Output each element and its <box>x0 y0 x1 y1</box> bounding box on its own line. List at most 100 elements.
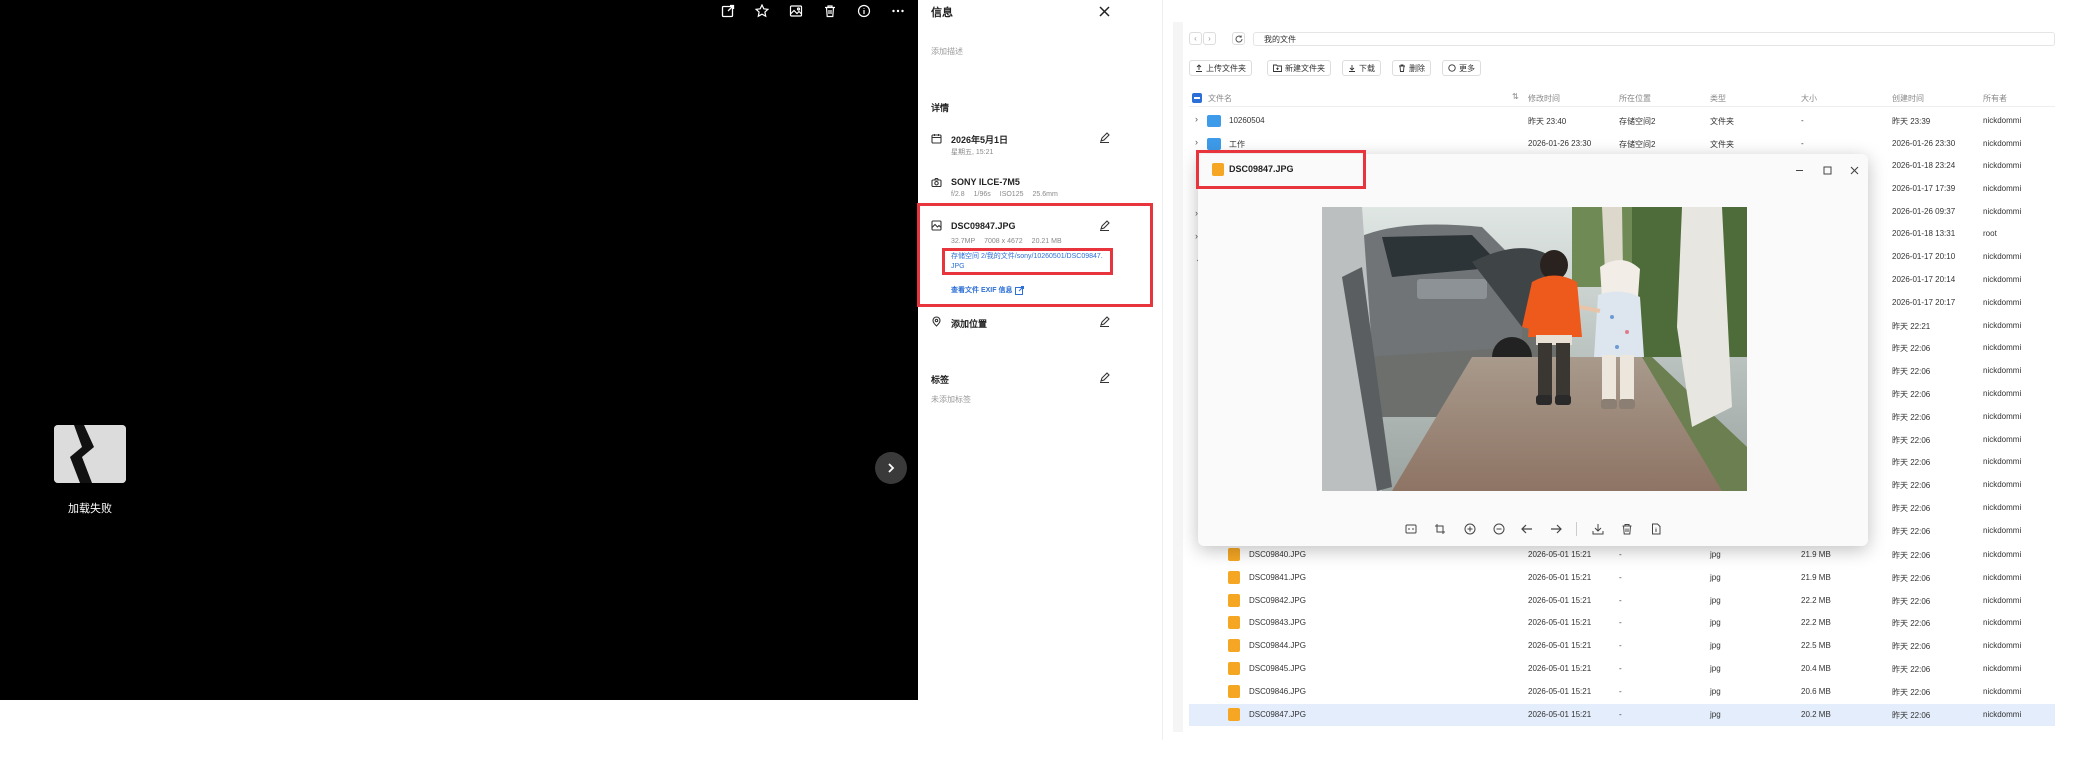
jpg-file-icon <box>1228 707 1240 721</box>
file-name[interactable]: DSC09844.JPG <box>1249 641 1306 650</box>
upload-folder-button[interactable]: 上传文件夹 <box>1189 60 1252 76</box>
cell-created: 2026-01-17 17:39 <box>1892 183 1956 193</box>
file-name[interactable]: DSC09845.JPG <box>1249 664 1306 673</box>
exif-shutter: 1/96s <box>973 191 991 198</box>
next-image-button[interactable] <box>875 452 907 484</box>
jpg-file-icon <box>1228 616 1240 630</box>
cell-location: - <box>1619 641 1622 651</box>
calendar-icon <box>931 133 942 144</box>
select-all-checkbox[interactable] <box>1192 93 1202 103</box>
zoom-out-icon[interactable] <box>1490 520 1508 538</box>
forward-button[interactable]: › <box>1203 32 1216 45</box>
file-name[interactable]: DSC09846.JPG <box>1249 687 1306 696</box>
cell-location: - <box>1619 550 1622 559</box>
more-button[interactable]: 更多 <box>1442 60 1481 76</box>
star-icon[interactable] <box>747 2 777 20</box>
info-icon[interactable] <box>849 2 879 20</box>
col-header-location[interactable]: 所在位置 <box>1619 93 1651 104</box>
col-header-modified[interactable]: 修改时间 <box>1528 93 1560 104</box>
popup-info-file-icon[interactable] <box>1647 520 1665 538</box>
file-name[interactable]: DSC09841.JPG <box>1249 573 1306 582</box>
popup-download-icon[interactable] <box>1589 520 1607 538</box>
cell-owner: nickdommi <box>1983 434 2022 444</box>
expand-chevron-icon[interactable]: › <box>1195 137 1198 147</box>
share-icon[interactable] <box>713 2 743 20</box>
col-header-owner[interactable]: 所有者 <box>1983 93 2007 104</box>
cell-type: jpg <box>1710 686 1721 696</box>
col-header-name[interactable]: 文件名 <box>1208 93 1232 104</box>
previous-arrow-icon[interactable] <box>1518 520 1536 538</box>
file-name[interactable]: DSC09840.JPG <box>1249 550 1306 559</box>
image-file-icon <box>931 220 942 231</box>
col-header-type[interactable]: 类型 <box>1710 93 1726 104</box>
cell-modified: 2026-05-01 15:21 <box>1528 709 1592 719</box>
file-name[interactable]: DSC09843.JPG <box>1249 618 1306 627</box>
cell-location: - <box>1619 572 1622 582</box>
add-location[interactable]: 添加位置 <box>951 317 987 330</box>
jpg-file-icon <box>1228 639 1240 653</box>
fit-screen-icon[interactable] <box>1402 520 1420 538</box>
cell-location: - <box>1619 709 1622 719</box>
refresh-button[interactable] <box>1232 32 1245 45</box>
cell-owner: nickdommi <box>1983 641 2022 651</box>
expand-chevron-icon[interactable]: › <box>1195 114 1198 124</box>
cell-owner: root <box>1983 229 1997 239</box>
add-description[interactable]: 添加描述 <box>931 46 963 57</box>
col-header-size[interactable]: 大小 <box>1801 93 1817 104</box>
edit-location-icon[interactable] <box>1099 316 1110 327</box>
minimize-icon[interactable] <box>1792 163 1806 177</box>
folder-name[interactable]: 10260504 <box>1229 116 1265 125</box>
cell-owner: nickdommi <box>1983 343 2022 353</box>
jpg-file-icon <box>1228 684 1240 698</box>
cell-size: - <box>1801 139 1804 148</box>
popup-trash-icon[interactable] <box>1618 520 1636 538</box>
original-size-icon[interactable] <box>1431 520 1449 538</box>
file-meta: 32.7MP 7008 x 4672 20.21 MB <box>951 238 1062 245</box>
delete-button[interactable]: 删除 <box>1392 60 1431 76</box>
file-name[interactable]: DSC09847.JPG <box>1249 710 1306 719</box>
cell-size: 22.2 MB <box>1801 595 1831 605</box>
maximize-icon[interactable] <box>1820 163 1834 177</box>
cell-type: jpg <box>1710 618 1721 628</box>
next-arrow-icon[interactable] <box>1547 520 1565 538</box>
file-name[interactable]: DSC09842.JPG <box>1249 596 1306 605</box>
breadcrumb[interactable]: 我的文件 <box>1253 32 2055 46</box>
sort-icon[interactable]: ⇅ <box>1512 92 1519 101</box>
exif-iso: ISO125 <box>999 191 1024 198</box>
cell-owner: nickdommi <box>1983 686 2022 696</box>
cell-created: 昨天 22:21 <box>1892 321 1931 331</box>
cell-owner: nickdommi <box>1983 664 2022 673</box>
cell-created: 昨天 22:06 <box>1892 390 1931 399</box>
trash-icon[interactable] <box>815 2 845 20</box>
cell-owner: nickdommi <box>1983 206 2022 216</box>
more-circle-icon <box>1448 64 1456 72</box>
cell-location: - <box>1619 664 1622 673</box>
file-path-link[interactable]: 存储空间 2/我的文件/sony/10260501/DSC09847. JPG <box>951 252 1111 272</box>
new-folder-button[interactable]: 新建文件夹 <box>1267 60 1331 76</box>
cell-modified: 2026-05-01 15:21 <box>1528 618 1592 628</box>
edit-file-icon[interactable] <box>1099 220 1110 231</box>
back-button[interactable]: ‹ <box>1189 32 1202 45</box>
more-icon[interactable] <box>883 2 913 20</box>
cell-owner: nickdommi <box>1983 595 2022 605</box>
edit-date-icon[interactable] <box>1099 132 1110 143</box>
image-icon[interactable] <box>781 2 811 20</box>
exif-summary: f/2.8 1/96s ISO125 25.6mm <box>951 191 1058 198</box>
view-exif-link[interactable]: 查看文件 EXIF 信息 <box>951 285 1025 295</box>
upload-icon <box>1196 64 1202 72</box>
cell-created: 昨天 22:06 <box>1892 573 1931 583</box>
col-header-created[interactable]: 创建时间 <box>1892 93 1924 104</box>
close-icon[interactable] <box>1096 3 1112 19</box>
popup-close-icon[interactable] <box>1847 163 1861 177</box>
edit-tags-icon[interactable] <box>1099 372 1110 383</box>
cell-owner: nickdommi <box>1983 709 2022 719</box>
cell-modified: 2026-01-26 23:30 <box>1528 139 1592 148</box>
zoom-in-icon[interactable] <box>1461 520 1479 538</box>
file-path-line-2: JPG <box>951 263 965 270</box>
download-button[interactable]: 下载 <box>1342 60 1381 76</box>
file-path-line-1: 存储空间 2/我的文件/sony/10260501/DSC09847. <box>951 253 1103 260</box>
folder-name[interactable]: 工作 <box>1229 139 1245 150</box>
cell-owner: nickdommi <box>1983 161 2022 170</box>
more-label: 更多 <box>1459 63 1475 73</box>
breadcrumb-item[interactable]: 我的文件 <box>1264 35 1296 44</box>
